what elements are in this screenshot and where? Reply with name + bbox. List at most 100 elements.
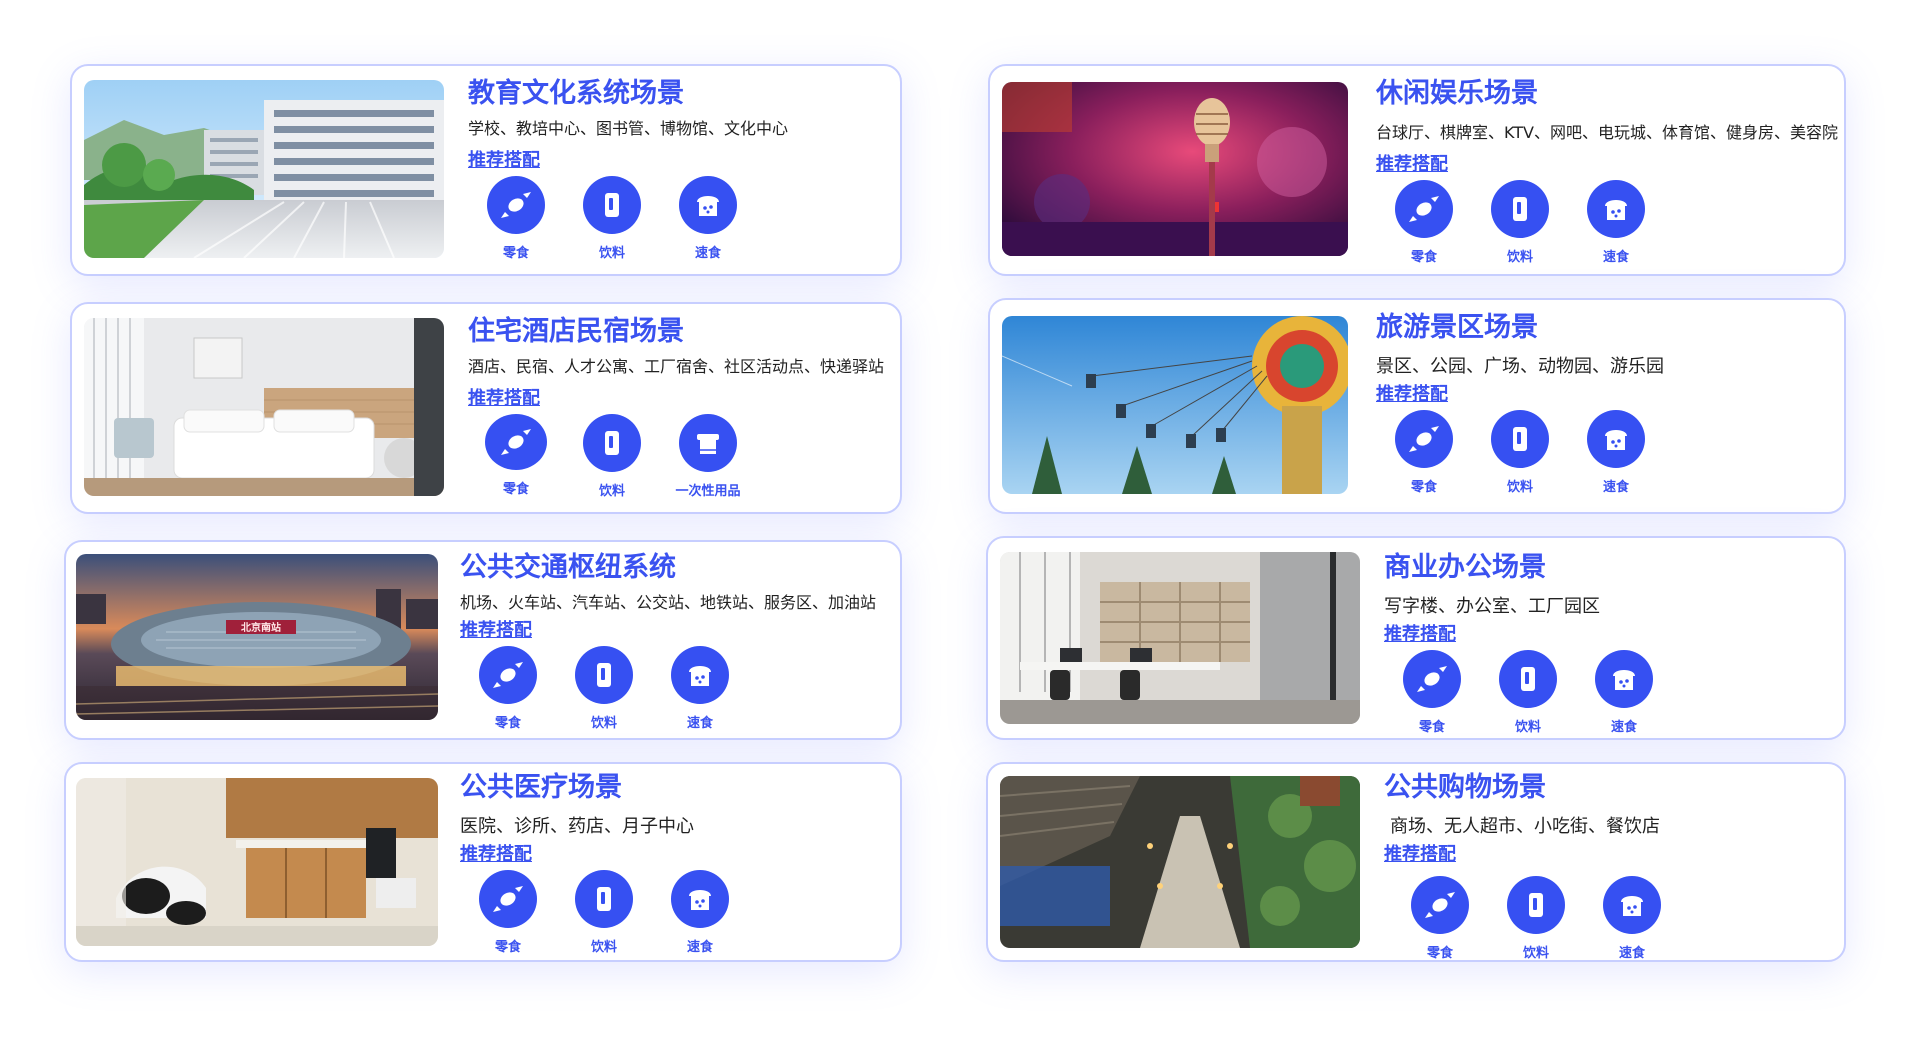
recommend-link[interactable]: 推荐搭配 (1384, 624, 1456, 646)
scene-description: 医院、诊所、药店、月子中心 (460, 816, 694, 837)
bread-icon (1587, 410, 1645, 468)
scene-title: 教育文化系统场景 (468, 78, 684, 109)
item-snack[interactable]: 零食 (1392, 876, 1488, 961)
item-snack[interactable]: 零食 (1376, 410, 1472, 495)
item-label: 饮料 (598, 246, 625, 261)
bread-icon (1603, 876, 1661, 934)
item-instant-food[interactable]: 速食 (652, 870, 748, 955)
recommend-items: 零食 饮料 速食 (460, 646, 892, 731)
item-disposables[interactable]: 一次性用品 (660, 414, 756, 499)
item-label: 速食 (1602, 250, 1629, 265)
scene-card-office[interactable]: 商业办公场景 写字楼、办公室、工厂园区 推荐搭配 零食 饮料 速食 (986, 536, 1846, 740)
item-label: 饮料 (590, 940, 617, 955)
item-drink[interactable]: 饮料 (1472, 180, 1568, 265)
drink-can-icon (1491, 410, 1549, 468)
item-drink[interactable]: 饮料 (1480, 650, 1576, 735)
drink-can-icon (1491, 180, 1549, 238)
office-photo (1000, 552, 1360, 724)
item-snack[interactable]: 零食 (468, 414, 564, 499)
item-label: 饮料 (598, 484, 625, 499)
item-instant-food[interactable]: 速食 (1584, 876, 1680, 961)
item-label: 零食 (502, 246, 529, 261)
recommend-link[interactable]: 推荐搭配 (460, 620, 532, 642)
shopping-street-photo (1000, 776, 1360, 948)
item-drink[interactable]: 饮料 (556, 870, 652, 955)
item-label: 零食 (1418, 720, 1445, 735)
hotel-room-photo (84, 318, 444, 496)
candy-icon (479, 646, 537, 704)
item-snack[interactable]: 零食 (460, 646, 556, 731)
drink-can-icon (575, 870, 633, 928)
recommend-items: 零食 饮料 速食 (1376, 410, 1836, 495)
item-label: 饮料 (1506, 480, 1533, 495)
recommend-items: 零食 饮料 速食 (468, 176, 892, 261)
item-label: 饮料 (1522, 946, 1549, 961)
scene-info: 住宅酒店民宿场景 酒店、民宿、人才公寓、工厂宿舍、社区活动点、快递驿站 推荐搭配… (468, 312, 892, 499)
scene-card-medical[interactable]: 公共医疗场景 医院、诊所、药店、月子中心 推荐搭配 零食 饮料 速食 (64, 762, 902, 962)
item-label: 饮料 (1506, 250, 1533, 265)
drink-can-icon (1507, 876, 1565, 934)
recommend-link[interactable]: 推荐搭配 (1376, 154, 1448, 176)
candy-icon (1403, 650, 1461, 708)
item-label: 速食 (1618, 946, 1645, 961)
recommend-items: 零食 饮料 一次性用品 (468, 414, 892, 499)
item-label: 速食 (1610, 720, 1637, 735)
item-drink[interactable]: 饮料 (564, 414, 660, 499)
item-label: 饮料 (590, 716, 617, 731)
recommend-link[interactable]: 推荐搭配 (1376, 384, 1448, 406)
scene-description: 机场、火车站、汽车站、公交站、地铁站、服务区、加油站 (460, 593, 877, 612)
scene-card-hotel[interactable]: 住宅酒店民宿场景 酒店、民宿、人才公寓、工厂宿舍、社区活动点、快递驿站 推荐搭配… (70, 302, 902, 514)
item-snack[interactable]: 零食 (468, 176, 564, 261)
item-label: 一次性用品 (675, 484, 741, 499)
item-instant-food[interactable]: 速食 (652, 646, 748, 731)
item-drink[interactable]: 饮料 (564, 176, 660, 261)
item-instant-food[interactable]: 速食 (1568, 180, 1664, 265)
drink-can-icon (1499, 650, 1557, 708)
bread-icon (679, 176, 737, 234)
scene-grid: 教育文化系统场景 学校、教培中心、图书管、博物馆、文化中心 推荐搭配 零食 饮料… (0, 0, 1920, 1045)
scene-card-leisure[interactable]: 休闲娱乐场景 台球厅、棋牌室、KTV、网吧、电玩城、体育馆、健身房、美容院 推荐… (988, 64, 1846, 276)
item-instant-food[interactable]: 速食 (1576, 650, 1672, 735)
item-label: 零食 (1410, 480, 1437, 495)
recommend-items: 零食 饮料 速食 (1376, 180, 1836, 265)
campus-photo (84, 80, 444, 258)
scene-title: 公共医疗场景 (460, 772, 622, 803)
scene-info: 商业办公场景 写字楼、办公室、工厂园区 推荐搭配 零食 饮料 速食 (1384, 548, 1836, 735)
item-drink[interactable]: 饮料 (1488, 876, 1584, 961)
recommend-link[interactable]: 推荐搭配 (468, 150, 540, 172)
scene-info: 教育文化系统场景 学校、教培中心、图书管、博物馆、文化中心 推荐搭配 零食 饮料… (468, 74, 892, 261)
bread-icon (671, 646, 729, 704)
candy-icon (1395, 410, 1453, 468)
drink-can-icon (583, 176, 641, 234)
scene-description: 台球厅、棋牌室、KTV、网吧、电玩城、体育馆、健身房、美容院 (1376, 123, 1838, 142)
item-drink[interactable]: 饮料 (556, 646, 652, 731)
item-snack[interactable]: 零食 (1384, 650, 1480, 735)
scene-card-tourism[interactable]: 旅游景区场景 景区、公园、广场、动物园、游乐园 推荐搭配 零食 饮料 速食 (988, 298, 1846, 514)
scene-info: 旅游景区场景 景区、公园、广场、动物园、游乐园 推荐搭配 零食 饮料 速食 (1376, 308, 1836, 495)
candy-icon (479, 870, 537, 928)
scene-description: 写字楼、办公室、工厂园区 (1384, 596, 1600, 617)
item-label: 速食 (686, 940, 713, 955)
item-instant-food[interactable]: 速食 (1568, 410, 1664, 495)
item-snack[interactable]: 零食 (1376, 180, 1472, 265)
recommend-link[interactable]: 推荐搭配 (460, 844, 532, 866)
scene-card-education[interactable]: 教育文化系统场景 学校、教培中心、图书管、博物馆、文化中心 推荐搭配 零食 饮料… (70, 64, 902, 276)
candy-icon (1395, 180, 1453, 238)
scene-card-shopping[interactable]: 公共购物场景 商场、无人超市、小吃街、餐饮店 推荐搭配 零食 饮料 速食 (986, 762, 1846, 962)
microphone-stage-photo (1002, 82, 1348, 256)
drink-can-icon (575, 646, 633, 704)
scene-title: 住宅酒店民宿场景 (468, 316, 684, 347)
item-drink[interactable]: 饮料 (1472, 410, 1568, 495)
item-label: 速食 (686, 716, 713, 731)
scene-title: 休闲娱乐场景 (1376, 78, 1538, 109)
scene-title: 公共交通枢纽系统 (460, 552, 676, 583)
scene-card-transport[interactable]: 北京南站 公共交通枢纽系统 机场、火车站、汽车站、公交站、地铁站、服务区、加油站… (64, 540, 902, 740)
item-instant-food[interactable]: 速食 (660, 176, 756, 261)
recommend-link[interactable]: 推荐搭配 (1384, 844, 1456, 866)
item-label: 零食 (1426, 946, 1453, 961)
bread-icon (1587, 180, 1645, 238)
recommend-items: 零食 饮料 速食 (1384, 650, 1836, 735)
item-label: 速食 (694, 246, 721, 261)
item-snack[interactable]: 零食 (460, 870, 556, 955)
recommend-link[interactable]: 推荐搭配 (468, 388, 540, 410)
